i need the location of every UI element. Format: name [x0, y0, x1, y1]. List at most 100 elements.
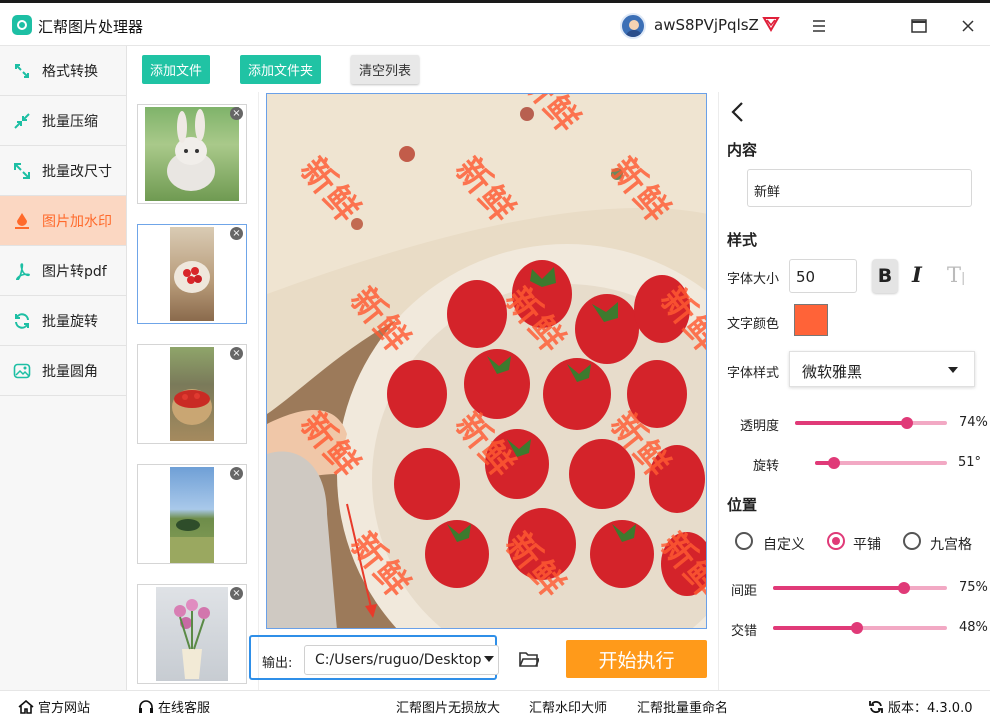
font-size-input[interactable]: 50: [789, 259, 857, 293]
style-section-title: 样式: [727, 231, 758, 249]
sidebar-item-label: 批量旋转: [42, 313, 98, 330]
add-file-button[interactable]: 添加文件: [142, 55, 211, 84]
remove-thumbnail-icon[interactable]: ×: [230, 467, 243, 480]
watermark-text-input[interactable]: 新鲜: [747, 169, 972, 207]
rotate-slider[interactable]: [815, 457, 947, 469]
sidebar-item-label: 图片转pdf: [42, 263, 107, 280]
sidebar-item-watermark[interactable]: 图片加水印: [0, 196, 126, 246]
stagger-label: 交错: [731, 624, 758, 639]
user-name[interactable]: awS8PVjPqlsZ: [654, 16, 759, 34]
output-label: 输出:: [262, 656, 293, 671]
sidebar-item-compress[interactable]: 批量压缩: [0, 96, 126, 146]
remove-thumbnail-icon[interactable]: ×: [230, 227, 243, 240]
title-bar: 汇帮图片处理器 awS8PVjPqlsZ: [0, 0, 990, 46]
thumbnail-item[interactable]: ×: [137, 464, 247, 564]
clear-format-button[interactable]: T|: [947, 263, 965, 287]
stagger-slider-fill: [773, 626, 857, 630]
thumbnail-item[interactable]: ×: [137, 584, 247, 684]
vip-diamond-icon[interactable]: [762, 16, 780, 32]
thumbnail-item[interactable]: ×: [137, 344, 247, 444]
opacity-slider-fill: [795, 421, 908, 425]
start-button[interactable]: 开始执行: [566, 640, 707, 678]
online-service-link[interactable]: 在线客服: [138, 697, 210, 716]
opacity-value: 74%: [959, 415, 988, 430]
chevron-down-icon[interactable]: [948, 367, 958, 373]
stagger-slider[interactable]: [773, 622, 947, 634]
font-style-label: 字体样式: [727, 366, 780, 381]
strawberry-basket-image: [170, 347, 214, 441]
radio-tile-label: 平铺: [853, 537, 881, 553]
clear-list-button[interactable]: 清空列表: [351, 55, 420, 84]
back-arrow-icon[interactable]: [730, 101, 746, 123]
sidebar-item-resize[interactable]: 批量改尺寸: [0, 146, 126, 196]
rotate-value: 51°: [958, 455, 982, 470]
text-color-label: 文字颜色: [727, 317, 780, 332]
sidebar-item-label: 图片加水印: [42, 213, 112, 230]
rotate-slider-handle[interactable]: [827, 457, 840, 469]
maximize-icon[interactable]: [904, 11, 934, 41]
folder-icon[interactable]: [519, 650, 539, 668]
round-corner-icon: [12, 361, 32, 381]
thumbnail-item[interactable]: ×: [137, 104, 247, 204]
app-logo-icon: [12, 15, 32, 35]
version-info[interactable]: 版本：4.3.0.0: [868, 697, 972, 716]
rotate-label: 旋转: [753, 459, 780, 474]
radio-grid-label: 九宫格: [930, 537, 972, 553]
clear-format-label: T: [947, 263, 962, 287]
sidebar-item-rotate[interactable]: 批量旋转: [0, 296, 126, 346]
spacing-slider-handle[interactable]: [897, 582, 910, 594]
footer-link-upscale[interactable]: 汇帮图片无损放大: [396, 697, 500, 716]
strawberry-plate-image: [170, 227, 214, 321]
home-icon: [18, 699, 34, 714]
sidebar-item-format-convert[interactable]: 格式转换: [0, 46, 126, 96]
compress-icon: [12, 111, 32, 131]
online-service-label: 在线客服: [158, 701, 211, 716]
resize-icon: [12, 161, 32, 181]
output-path-select[interactable]: C:/Users/ruguo/Desktop: [304, 645, 499, 675]
official-site-link[interactable]: 官方网站: [18, 697, 90, 716]
font-size-label: 字体大小: [727, 272, 780, 287]
user-avatar[interactable]: [620, 13, 646, 39]
radio-grid[interactable]: [903, 532, 921, 550]
image-preview[interactable]: 新鲜 新鲜 新鲜 新鲜 新鲜 新鲜 新鲜 新鲜 新鲜 新鲜 新鲜 新鲜 新鲜: [266, 93, 707, 629]
opacity-slider[interactable]: [795, 417, 947, 429]
app-title: 汇帮图片处理器: [38, 18, 144, 36]
text-color-swatch[interactable]: [794, 304, 828, 336]
chevron-down-icon[interactable]: [484, 656, 494, 662]
spacing-label: 间距: [731, 584, 758, 599]
sidebar-item-label: 批量圆角: [42, 363, 98, 380]
watermark-icon: [12, 211, 32, 231]
stagger-value: 48%: [959, 620, 988, 635]
content-section-title: 内容: [727, 141, 758, 159]
landscape-image: [170, 467, 214, 563]
rabbit-image: [145, 107, 239, 201]
sidebar: 格式转换 批量压缩 批量改尺寸 图片加水印 图片转pdf 批量旋转 批量圆角: [0, 46, 127, 690]
refresh-icon: [869, 700, 883, 713]
position-section-title: 位置: [727, 496, 758, 514]
sidebar-item-label: 批量压缩: [42, 113, 98, 130]
thumbnail-item[interactable]: ×: [137, 224, 247, 324]
italic-button[interactable]: I: [912, 262, 922, 287]
spacing-slider[interactable]: [773, 582, 947, 594]
panel-divider: [258, 92, 259, 690]
footer-link-watermark[interactable]: 汇帮水印大师: [529, 697, 607, 716]
add-folder-button[interactable]: 添加文件夹: [240, 55, 322, 84]
remove-thumbnail-icon[interactable]: ×: [230, 107, 243, 120]
stagger-slider-handle[interactable]: [850, 622, 863, 634]
footer-link-rename[interactable]: 汇帮批量重命名: [637, 697, 728, 716]
remove-thumbnail-icon[interactable]: ×: [230, 587, 243, 600]
remove-thumbnail-icon[interactable]: ×: [230, 347, 243, 360]
close-icon[interactable]: [953, 11, 983, 41]
radio-custom-label: 自定义: [763, 537, 805, 553]
thumbnail-list[interactable]: × × × × ×: [127, 92, 258, 690]
radio-tile[interactable]: [827, 532, 845, 550]
tulips-image: [156, 587, 228, 681]
sidebar-item-label: 批量改尺寸: [42, 163, 112, 180]
bold-button[interactable]: B: [872, 259, 898, 293]
rotate-icon: [12, 311, 32, 331]
sidebar-item-to-pdf[interactable]: 图片转pdf: [0, 246, 126, 296]
sidebar-item-round-corner[interactable]: 批量圆角: [0, 346, 126, 396]
menu-icon[interactable]: [804, 11, 834, 41]
opacity-label: 透明度: [740, 419, 780, 434]
radio-custom[interactable]: [735, 532, 753, 550]
